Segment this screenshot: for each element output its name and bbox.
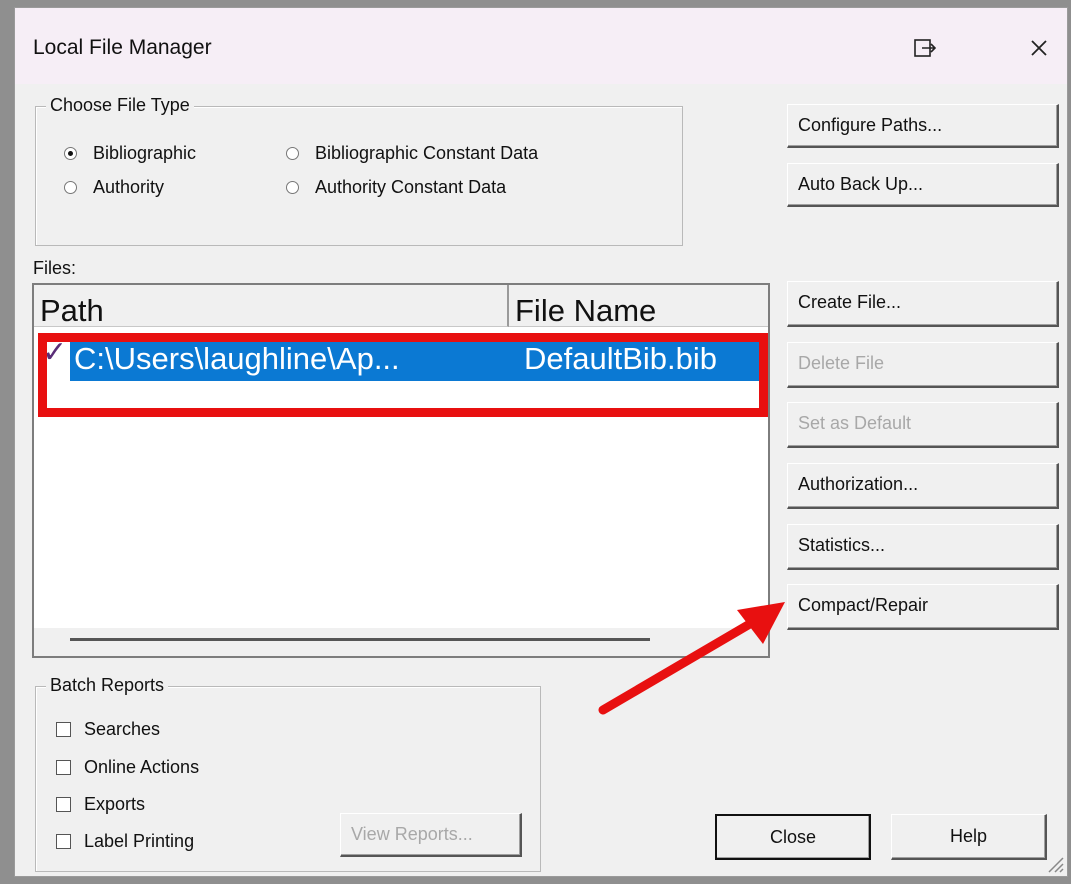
checkbox-label-printing[interactable]: Label Printing [56, 831, 194, 852]
scrollbar-thumb[interactable] [70, 638, 650, 641]
radio-authority[interactable]: Authority [64, 177, 164, 198]
files-label: Files: [33, 258, 77, 278]
configure-paths-button[interactable]: Configure Paths... [787, 104, 1059, 148]
resize-grip-icon[interactable] [1043, 852, 1065, 874]
choose-file-type-group: Choose File Type Bibliographic Bibliogra… [35, 95, 683, 246]
choose-file-type-legend: Choose File Type [46, 95, 194, 116]
checkbox-icon [56, 722, 71, 737]
radio-label: Authority [93, 177, 165, 197]
column-header-file-name[interactable]: File Name [509, 285, 768, 328]
checkbox-label: Searches [84, 719, 161, 739]
radio-label: Authority Constant Data [315, 177, 507, 197]
checkbox-label: Label Printing [84, 831, 195, 851]
create-file-button[interactable]: Create File... [787, 281, 1059, 327]
window-title: Local File Manager [33, 36, 212, 59]
local-file-manager-window: Local File Manager Choose File Type Bibl… [14, 7, 1068, 877]
close-button[interactable]: Close [715, 814, 871, 860]
statistics-button[interactable]: Statistics... [787, 524, 1059, 570]
radio-label: Bibliographic Constant Data [315, 143, 539, 163]
red-arrow-annotation [598, 602, 785, 715]
radio-bibliographic-constant-data[interactable]: Bibliographic Constant Data [286, 143, 538, 164]
view-reports-button[interactable]: View Reports... [340, 813, 522, 857]
batch-reports-legend: Batch Reports [46, 675, 169, 696]
radio-authority-constant-data[interactable]: Authority Constant Data [286, 177, 506, 198]
checkbox-icon [56, 797, 71, 812]
batch-reports-group: Batch Reports Searches Online Actions Ex… [35, 675, 541, 872]
auto-back-up-button[interactable]: Auto Back Up... [787, 163, 1059, 207]
checkbox-label: Exports [84, 794, 146, 814]
authorization-button[interactable]: Authorization... [787, 463, 1059, 509]
checkbox-exports[interactable]: Exports [56, 794, 145, 815]
radio-unselected-icon [286, 181, 299, 194]
checkbox-label: Online Actions [84, 757, 200, 777]
delete-file-button[interactable]: Delete File [787, 342, 1059, 388]
compact-repair-button[interactable]: Compact/Repair [787, 584, 1059, 630]
checkbox-icon [56, 834, 71, 849]
help-button[interactable]: Help [891, 814, 1047, 860]
radio-label: Bibliographic [93, 143, 197, 163]
radio-selected-icon [64, 147, 77, 160]
radio-bibliographic[interactable]: Bibliographic [64, 143, 196, 164]
column-header-path[interactable]: Path [34, 285, 509, 328]
radio-unselected-icon [64, 181, 77, 194]
highlight-annotation-box [38, 333, 768, 417]
close-icon[interactable] [1019, 28, 1059, 68]
restore-icon[interactable] [905, 28, 945, 68]
title-bar: Local File Manager [15, 8, 1067, 84]
checkbox-icon [56, 760, 71, 775]
radio-unselected-icon [286, 147, 299, 160]
checkbox-searches[interactable]: Searches [56, 719, 160, 740]
checkbox-online-actions[interactable]: Online Actions [56, 757, 199, 778]
set-as-default-button[interactable]: Set as Default [787, 402, 1059, 448]
